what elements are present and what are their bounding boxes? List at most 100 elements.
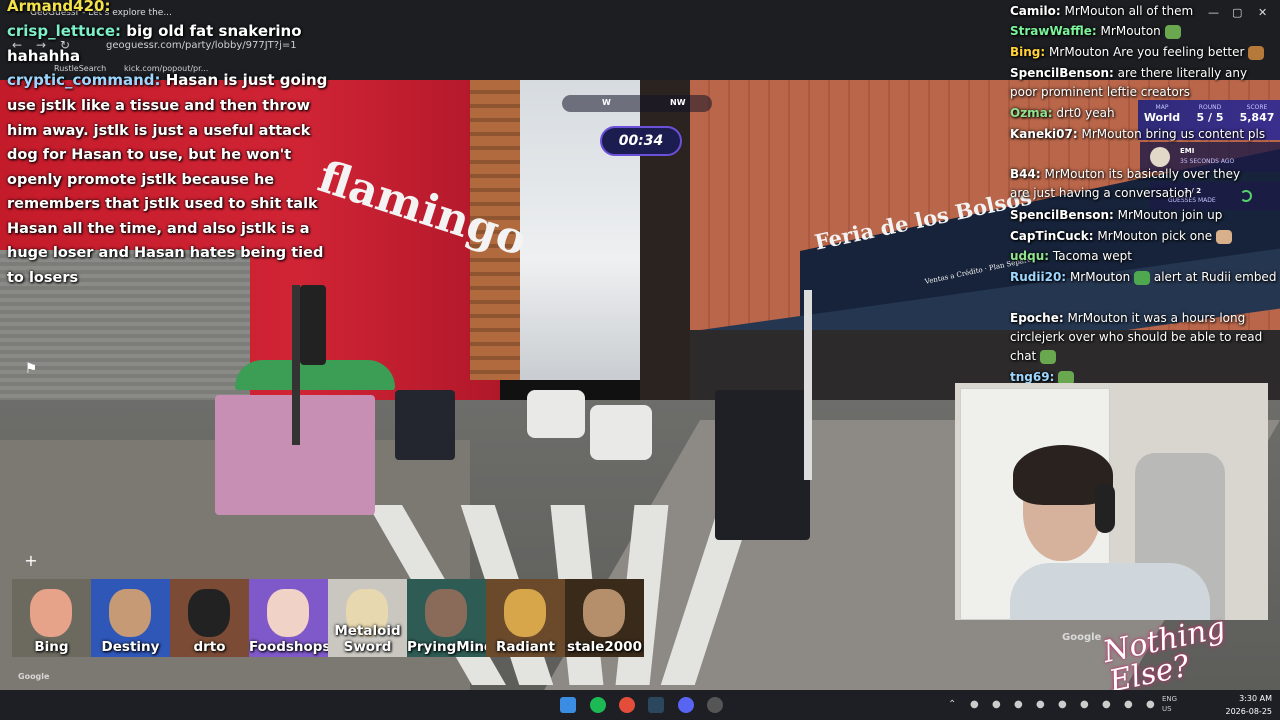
chat-username: Bing: [1010,45,1046,59]
player-name: Radiant [496,639,555,655]
chrome-icon[interactable] [619,697,635,713]
player-name: Destiny [101,639,160,655]
chat-message: MrMouton bring us content pls [1081,127,1266,141]
chat-message: hahahha [7,47,81,65]
chat-username: StrawWaffle: [1010,24,1097,38]
player-name: Metaloid Sword [334,623,401,655]
chat-message: big old fat snakerino [126,22,302,40]
zoom-in-button[interactable]: + [20,550,42,572]
player-avatar [267,589,309,637]
traffic-light [300,285,326,365]
player-card: stale2000 [565,579,644,657]
tray-app-icon[interactable]: ● [1102,699,1111,710]
address-bar[interactable]: geoguessr.com/party/lobby/977JT?j=1 [106,40,297,51]
chat-username: Camilo: [1010,4,1061,18]
player-card: Bing [12,579,91,657]
chat-message-row: Rudii20: MrMouton alert at Rudii embed [1010,268,1280,287]
tray-app-icon[interactable]: ● [970,699,979,710]
spotify-icon[interactable] [590,697,606,713]
chat-message: MrMouton its basically over they are jus… [1010,167,1241,200]
chat-message: alert at Rudii embed [1153,270,1277,284]
chat-message-row: Ozma: drt0 yeah [1010,104,1280,123]
obs-icon[interactable] [707,697,723,713]
emote-icon [1215,229,1232,244]
chat-username: Ozma: [1010,106,1053,120]
chat-message: MrMouton Are you feeling better [1049,45,1245,59]
emote-icon [1040,349,1057,364]
chat-message-row: udqu: Tacoma wept [1010,247,1280,266]
chat-message: drt0 yeah [1056,106,1115,120]
player-card: Radiant [486,579,565,657]
guesser-name: EMI [1180,147,1195,155]
language-indicator[interactable]: ENG US [1162,694,1177,714]
compass-west: W [602,98,611,107]
google-watermark: Google [18,672,50,681]
traffic-light-pole [804,290,812,480]
player-card: Foodshops [249,579,328,657]
player-name: drto [193,639,226,655]
overlay-chat-line: Armand420: [7,0,110,15]
tray-app-icon[interactable]: ● [1014,699,1023,710]
tray-app-icon[interactable]: ● [992,699,1001,710]
tray-app-icon[interactable]: ● [1058,699,1067,710]
chat-message: MrMouton pick one [1097,229,1213,243]
player-avatar [109,589,151,637]
player-avatar [188,589,230,637]
google-watermark: Google [1062,632,1102,643]
chat-message-row: StrawWaffle: MrMouton [1010,22,1280,41]
tray-chevron-icon[interactable]: ⌃ [948,699,956,710]
player-avatar [504,589,546,637]
chat-message-row: Kaneki07: MrMouton bring us content pls [1010,125,1265,144]
chat-message: Hasan is just going [165,71,328,89]
player-card: Metaloid Sword [328,579,407,657]
emote-icon [1134,270,1151,285]
covered-stall [715,390,810,540]
tray-app-icon[interactable]: ● [1146,699,1155,710]
chat-message-row: Epoche: MrMouton it was a hours long cir… [1010,309,1275,366]
emote-icon [1164,24,1181,39]
tray-app-icon[interactable]: ● [1080,699,1089,710]
white-car [590,405,652,460]
report-flag-icon[interactable]: ⚑ [20,358,42,380]
chat-message: MrMouton [1069,270,1131,284]
taskbar: ⌃ ● ● ● ● ● ● ● ● ● ENG US 3:30 AM 2026-… [0,690,1280,720]
player-name: Bing [34,639,69,655]
chat-message-row: Bing: MrMouton Are you feeling better [1010,43,1280,62]
player-avatar [583,589,625,637]
player-avatar [425,589,467,637]
tray-app-icon[interactable]: ● [1036,699,1045,710]
windows-start-icon[interactable] [560,697,576,713]
player-card: drto [170,579,249,657]
overlay-chat-line: cryptic_command: Hasan is just going [7,71,327,89]
language-code: ENG [1162,695,1178,703]
steam-icon[interactable] [648,697,664,713]
chat-username: SpencilBenson: [1010,208,1114,222]
clock-time: 3:30 AM [1239,694,1272,703]
discord-icon[interactable] [678,697,694,713]
clock-date: 2026-08-25 [1225,707,1273,716]
tray-app-icon[interactable]: ● [1124,699,1133,710]
chat-message: MrMouton join up [1117,208,1223,222]
chat-username: Rudii20: [1010,270,1067,284]
chat-message: MrMouton all of them [1064,4,1194,18]
chat-username: B44: [1010,167,1041,181]
overlay-chat-line: hahahha [7,47,80,65]
chat-username: crisp_lettuce: [7,22,121,40]
player-card: Destiny [91,579,170,657]
overlay-chat-long-message: use jstlk like a tissue and then throw h… [7,98,324,286]
player-list: Bing Destiny drto Foodshops Metaloid Sword Pr… [12,579,644,657]
player-card: PryingMind [407,579,486,657]
system-clock[interactable]: 3:30 AM 2026-08-25 [1222,692,1273,718]
compass-bar: W NW [562,95,712,112]
streamer-shirt [1010,563,1210,620]
chat-message-row: SpencilBenson: are there literally any p… [1010,64,1272,102]
chat-message-row: SpencilBenson: MrMouton join up [1010,206,1275,225]
chat-message: MrMouton [1100,24,1161,38]
region-code: US [1162,705,1172,713]
chat-message-row: Camilo: MrMouton all of them [1010,2,1280,21]
chat-username: tng69: [1010,370,1055,384]
avatar [1150,147,1170,167]
chat-message-row: B44: MrMouton its basically over they ar… [1010,165,1255,203]
overlay-chat-line: crisp_lettuce: big old fat snakerino [7,22,302,40]
white-suv [527,390,585,438]
